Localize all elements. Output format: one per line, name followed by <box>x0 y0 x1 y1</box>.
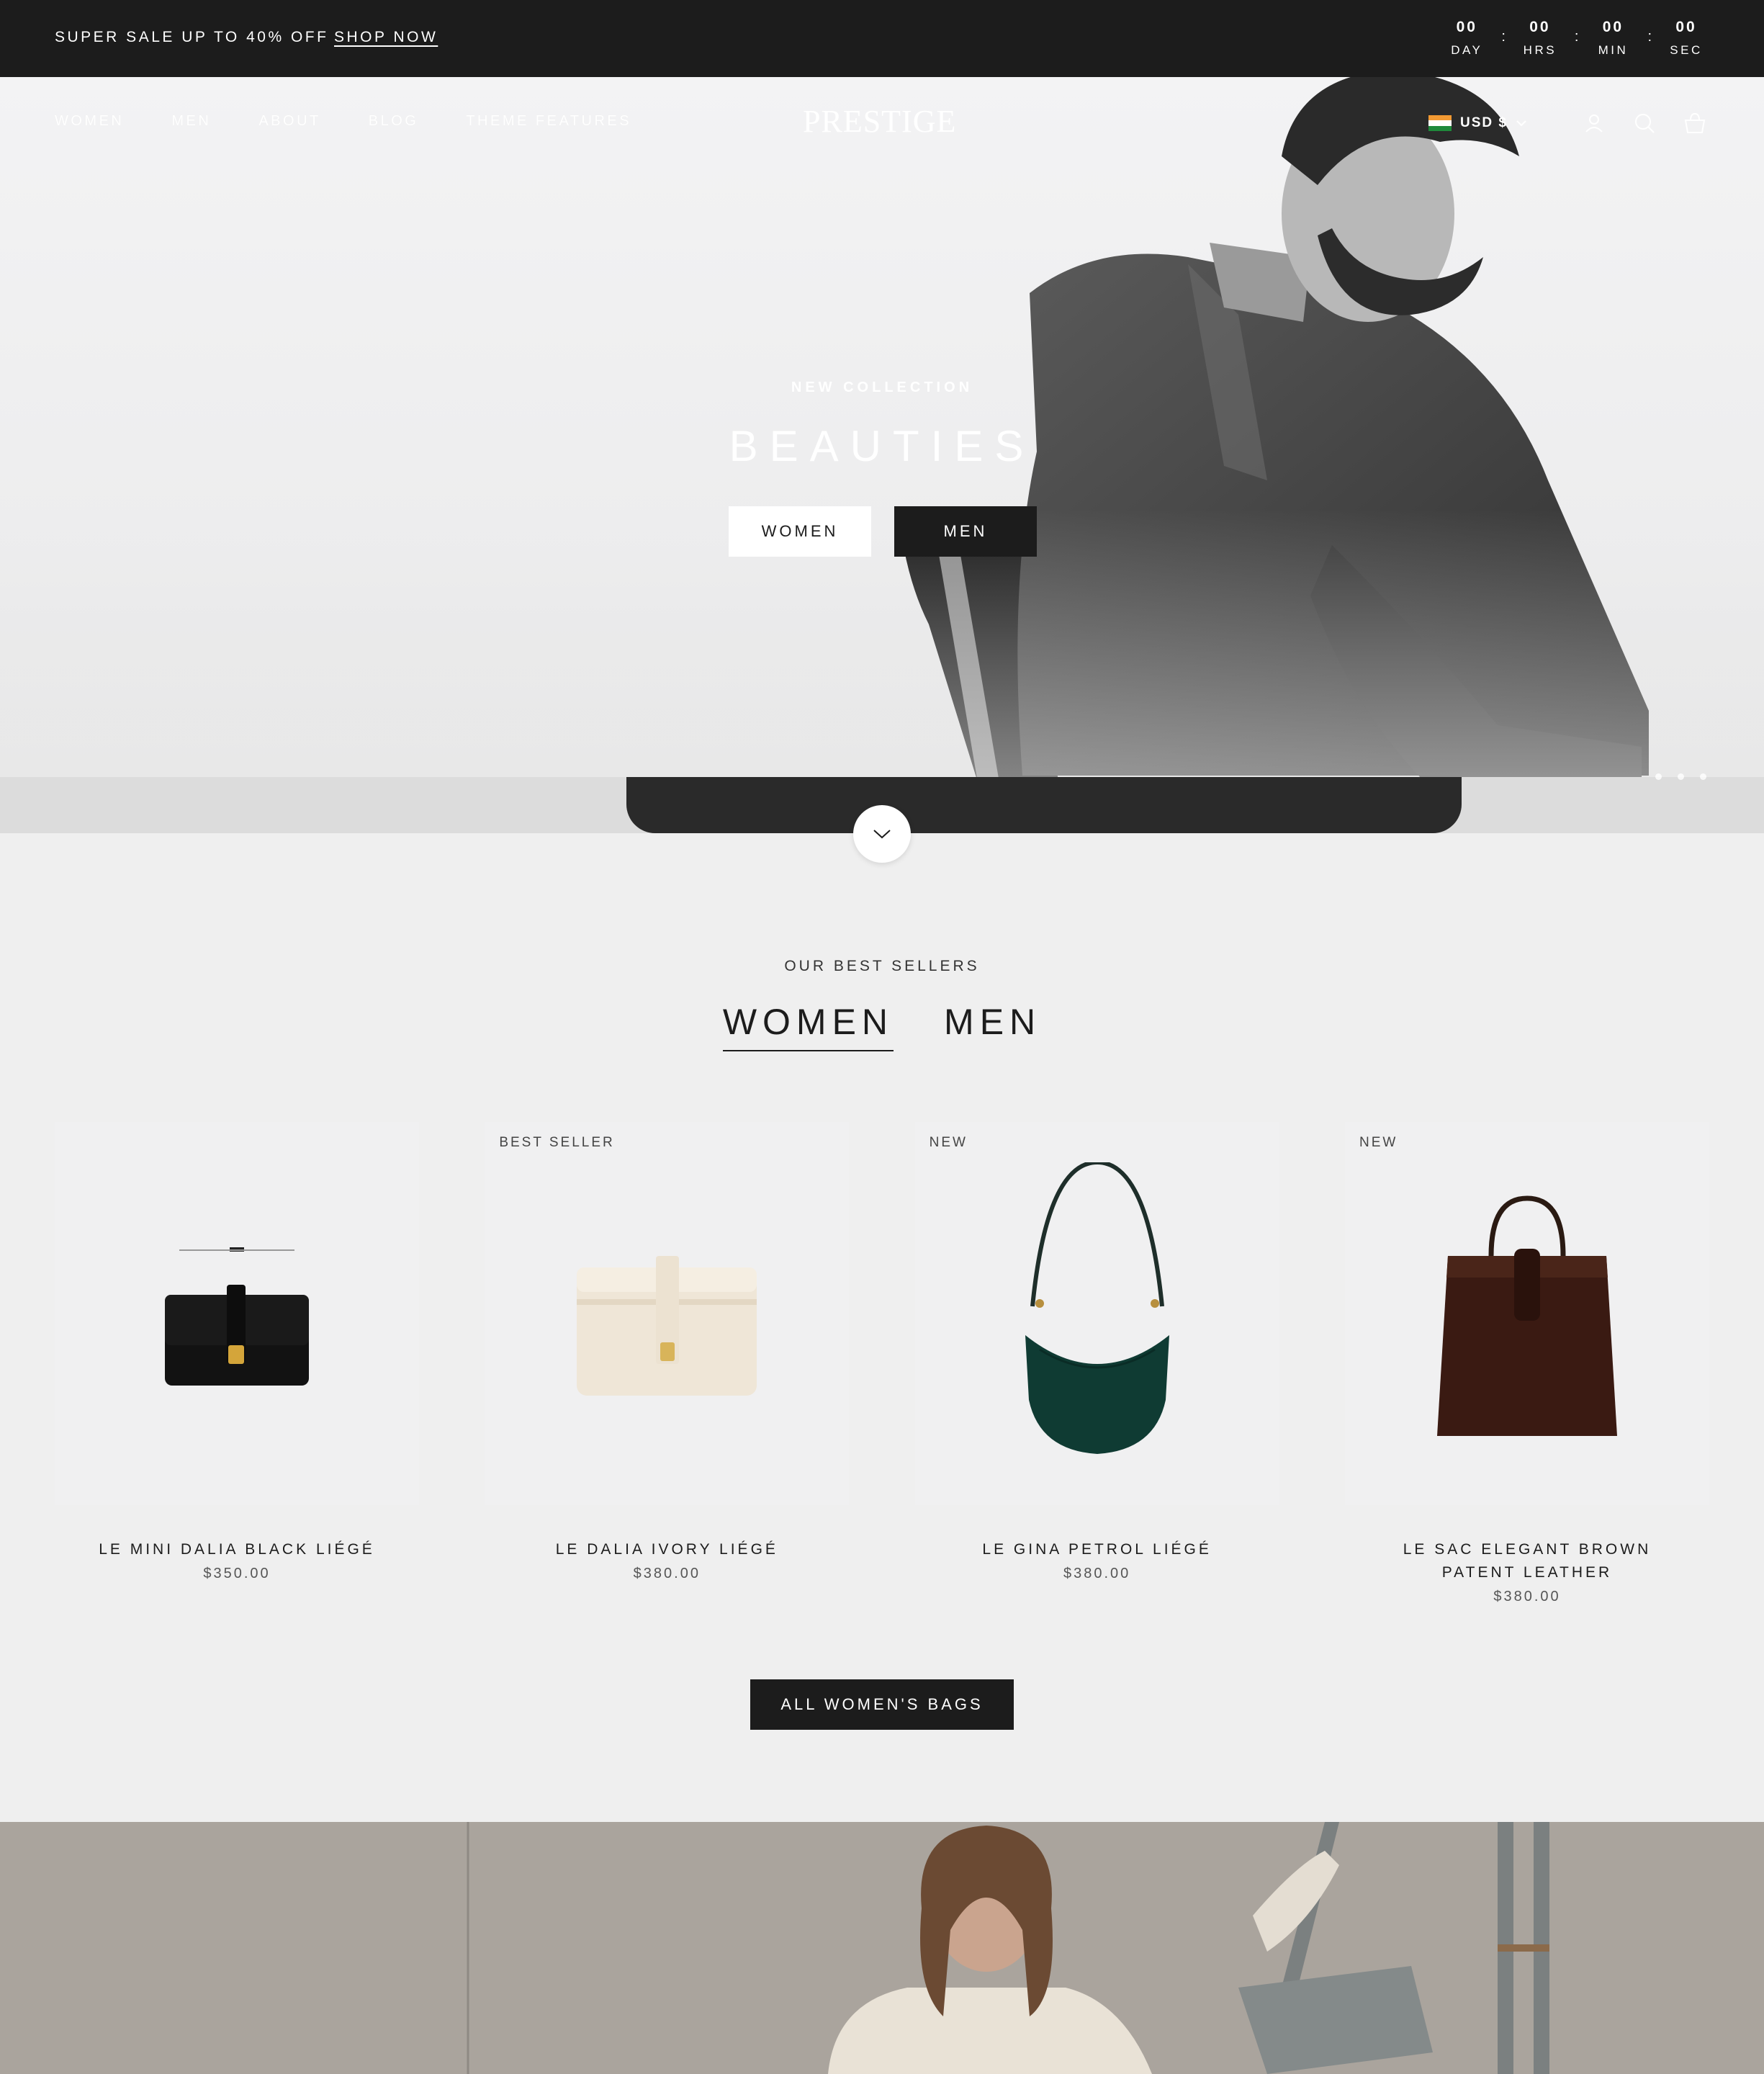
nav-link-blog[interactable]: BLOG <box>369 113 419 130</box>
currency-selector[interactable]: USD $ <box>1428 115 1526 131</box>
header-actions: USD $ <box>1428 109 1709 138</box>
nav-link-theme-features[interactable]: THEME FEATURES <box>466 113 631 130</box>
slider-pagination <box>1655 773 1706 780</box>
cart-icon[interactable] <box>1680 109 1709 138</box>
countdown-seconds: 00 SEC <box>1666 19 1706 58</box>
hero-men-button[interactable]: MEN <box>894 506 1037 557</box>
black-bag-image <box>165 1247 309 1386</box>
countdown-days: 00 DAY <box>1446 19 1487 58</box>
brown-bag-image <box>1436 1195 1617 1436</box>
announcement-message: SUPER SALE UP TO 40% OFF <box>55 29 329 45</box>
product-title[interactable]: LE GINA PETROL LIÉGÉ <box>915 1538 1279 1561</box>
store-logo[interactable]: PRESTIGE <box>803 103 956 140</box>
main-nav: WOMEN MEN ABOUT BLOG THEME FEATURES <box>55 113 631 130</box>
product-price: $350.00 <box>203 1566 271 1581</box>
countdown-label: DAY <box>1451 43 1483 57</box>
banner-image <box>0 1822 1764 2074</box>
product-image[interactable]: NEW <box>1344 1122 1709 1505</box>
countdown-label: MIN <box>1598 43 1629 57</box>
countdown-label: SEC <box>1670 43 1703 57</box>
search-icon[interactable] <box>1630 109 1659 138</box>
ivory-bag-image <box>577 1256 757 1396</box>
product-card[interactable]: BEST SELLER LE DALIA IVORY LIÉGÉ $380.00 <box>485 1122 850 1605</box>
chevron-down-icon <box>1516 120 1526 127</box>
countdown-value: 00 <box>1456 19 1477 35</box>
hero-slideshow: WOMEN MEN ABOUT BLOG THEME FEATURES PRES… <box>0 77 1764 833</box>
editorial-banner <box>0 1822 1764 2074</box>
announcement-bar: SUPER SALE UP TO 40% OFF SHOP NOW 00 DAY… <box>0 0 1764 77</box>
countdown-separator: : <box>1647 29 1652 45</box>
all-womens-bags-button[interactable]: ALL WOMEN'S BAGS <box>750 1679 1014 1730</box>
countdown-hours: 00 HRS <box>1520 19 1560 58</box>
product-badge: NEW <box>929 1135 968 1150</box>
product-title[interactable]: LE DALIA IVORY LIÉGÉ <box>485 1538 849 1561</box>
product-badge: BEST SELLER <box>499 1135 615 1150</box>
nav-link-women[interactable]: WOMEN <box>55 113 124 130</box>
countdown-value: 00 <box>1675 19 1697 35</box>
main-header: WOMEN MEN ABOUT BLOG THEME FEATURES PRES… <box>0 77 1764 163</box>
hero-title: BEAUTIES <box>729 422 1035 470</box>
chevron-down-icon <box>873 830 891 839</box>
countdown-timer: 00 DAY : 00 HRS : 00 MIN : 00 SEC <box>1446 19 1706 58</box>
countdown-separator: : <box>1501 29 1506 45</box>
slider-dot[interactable] <box>1655 773 1662 780</box>
scroll-down-button[interactable] <box>853 805 911 863</box>
product-title[interactable]: LE SAC ELEGANT BROWN PATENT LEATHER <box>1345 1538 1709 1584</box>
countdown-value: 00 <box>1602 19 1624 35</box>
product-image[interactable] <box>55 1122 419 1505</box>
slider-dot[interactable] <box>1678 773 1684 780</box>
product-price: $380.00 <box>633 1566 701 1581</box>
petrol-bag-image <box>1025 1162 1169 1454</box>
account-icon[interactable] <box>1580 109 1608 138</box>
tab-women[interactable]: WOMEN <box>722 1001 894 1051</box>
product-card[interactable]: NEW LE GINA PETROL LIÉGÉ $380.00 <box>914 1122 1279 1605</box>
nav-link-about[interactable]: ABOUT <box>258 113 320 130</box>
currency-label: USD $ <box>1460 115 1508 130</box>
product-price: $380.00 <box>1063 1566 1131 1581</box>
product-card[interactable]: NEW LE SAC ELEGANT BROWN PATENT LEATHER … <box>1344 1122 1709 1605</box>
product-grid: LE MINI DALIA BLACK LIÉGÉ $350.00 BEST S… <box>55 1122 1709 1605</box>
product-badge: NEW <box>1359 1135 1398 1150</box>
nav-link-men[interactable]: MEN <box>171 113 211 130</box>
product-title[interactable]: LE MINI DALIA BLACK LIÉGÉ <box>55 1538 419 1561</box>
product-card[interactable]: LE MINI DALIA BLACK LIÉGÉ $350.00 <box>55 1122 419 1605</box>
tab-men[interactable]: MEN <box>944 1001 1041 1051</box>
countdown-minutes: 00 MIN <box>1593 19 1633 58</box>
hero-women-button[interactable]: WOMEN <box>729 506 871 557</box>
india-flag-icon <box>1428 115 1452 131</box>
product-image[interactable]: NEW <box>914 1122 1279 1505</box>
slider-dot[interactable] <box>1700 773 1706 780</box>
product-image[interactable]: BEST SELLER <box>485 1122 850 1505</box>
best-sellers-eyebrow: OUR BEST SELLERS <box>784 958 980 974</box>
shop-now-link[interactable]: SHOP NOW <box>334 29 438 46</box>
countdown-separator: : <box>1574 29 1579 45</box>
best-sellers-tabs: WOMEN MEN <box>0 1001 1764 1051</box>
hero-buttons: WOMEN MEN <box>729 506 1037 557</box>
countdown-label: HRS <box>1523 43 1557 57</box>
hero-kicker: NEW COLLECTION <box>791 380 973 395</box>
countdown-value: 00 <box>1529 19 1551 35</box>
product-price: $380.00 <box>1493 1589 1561 1604</box>
